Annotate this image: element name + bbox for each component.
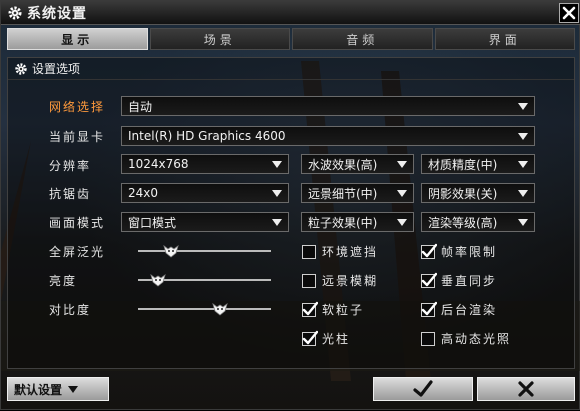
distance-blur-label: 远景模糊 <box>322 274 379 288</box>
display-mode-value: 窗口模式 <box>128 215 177 230</box>
panel-header: 设置选项 <box>8 58 574 80</box>
antialias-value: 24x0 <box>128 186 159 200</box>
checkmark-icon <box>413 380 433 397</box>
close-button[interactable] <box>559 3 579 23</box>
chevron-down-icon <box>397 189 407 197</box>
close-icon <box>562 6 576 20</box>
chevron-down-icon <box>518 132 528 140</box>
slider-track <box>138 250 271 252</box>
light-shafts-label: 光柱 <box>322 332 351 346</box>
checkbox-box[interactable] <box>302 301 318 317</box>
wolf-head-icon[interactable] <box>163 243 179 259</box>
texture-quality-value: 材质精度(中) <box>428 157 498 172</box>
soft-particles-label: 软粒子 <box>322 303 365 317</box>
brightness-label: 亮度 <box>49 274 78 288</box>
chevron-down-icon <box>518 189 528 197</box>
network-dropdown[interactable]: 自动 <box>121 96 535 116</box>
distance-detail-dropdown[interactable]: 远景细节(中) <box>301 183 414 203</box>
distance-detail-value: 远景细节(中) <box>308 186 378 201</box>
restore-defaults-label: 默认设置 <box>14 382 63 397</box>
checkmark-icon <box>302 301 318 315</box>
cancel-button[interactable] <box>477 377 575 401</box>
confirm-button[interactable] <box>373 377 473 401</box>
checkbox-box[interactable] <box>302 273 316 288</box>
resolution-value: 1024x768 <box>128 157 189 171</box>
soft-particles-checkbox[interactable]: 软粒子 <box>302 301 364 318</box>
particles-value: 粒子效果(中) <box>308 215 378 230</box>
chevron-down-icon <box>397 160 407 168</box>
light-shafts-checkbox[interactable]: 光柱 <box>302 330 350 347</box>
window-title: 系统设置 <box>27 5 87 22</box>
title-bar: 系统设置 <box>1 1 580 25</box>
contrast-label: 对比度 <box>49 303 92 317</box>
checkmark-icon <box>421 243 437 257</box>
chevron-down-icon <box>518 218 528 226</box>
chevron-down-icon <box>397 218 407 226</box>
shadow-value: 阴影效果(关) <box>428 186 498 201</box>
checkmark-icon <box>302 330 318 344</box>
display-mode-dropdown[interactable]: 窗口模式 <box>121 212 289 232</box>
chevron-down-icon <box>272 189 282 197</box>
gear-icon <box>8 6 22 19</box>
render-level-dropdown[interactable]: 渲染等级(高) <box>421 212 535 232</box>
gpu-value: Intel(R) HD Graphics 4600 <box>128 129 286 143</box>
tab-interface[interactable]: 界面 <box>434 28 575 50</box>
settings-window: 系统设置 显示 场景 音频 界面 设置选项 网络选择 当前显卡 分辨率 抗锯齿 … <box>0 0 580 410</box>
brightness-slider[interactable] <box>138 272 271 288</box>
texture-quality-dropdown[interactable]: 材质精度(中) <box>421 154 535 174</box>
frame-limit-checkbox[interactable]: 帧率限制 <box>421 243 497 260</box>
background-render-checkbox[interactable]: 后台渲染 <box>421 301 497 318</box>
hdr-checkbox[interactable]: 高动态光照 <box>421 330 511 347</box>
checkbox-box[interactable] <box>421 272 437 288</box>
checkbox-box[interactable] <box>302 244 316 259</box>
chevron-down-icon <box>518 160 528 168</box>
vsync-checkbox[interactable]: 垂直同步 <box>421 272 497 289</box>
tab-audio[interactable]: 音频 <box>292 28 433 50</box>
water-quality-dropdown[interactable]: 水波效果(高) <box>301 154 414 174</box>
panel-title: 设置选项 <box>32 62 81 76</box>
vsync-label: 垂直同步 <box>441 274 498 288</box>
render-level-value: 渲染等级(高) <box>428 215 498 230</box>
network-label: 网络选择 <box>49 100 106 114</box>
gpu-label: 当前显卡 <box>49 130 106 144</box>
cross-icon <box>518 381 534 397</box>
resolution-label: 分辨率 <box>49 159 92 173</box>
shadow-dropdown[interactable]: 阴影效果(关) <box>421 183 535 203</box>
display-mode-label: 画面模式 <box>49 216 106 230</box>
chevron-down-icon <box>272 218 282 226</box>
wolf-head-icon[interactable] <box>150 272 166 288</box>
tab-bar: 显示 场景 音频 界面 <box>7 28 575 50</box>
frame-limit-label: 帧率限制 <box>441 245 498 259</box>
antialias-label: 抗锯齿 <box>49 187 92 201</box>
ambient-occlusion-label: 环境遮挡 <box>322 245 379 259</box>
distance-blur-checkbox[interactable]: 远景模糊 <box>302 272 378 289</box>
chevron-down-icon <box>518 102 528 110</box>
tab-scene[interactable]: 场景 <box>149 28 290 50</box>
bloom-label: 全屏泛光 <box>49 245 106 259</box>
antialias-dropdown[interactable]: 24x0 <box>121 183 289 203</box>
tab-display[interactable]: 显示 <box>7 28 148 50</box>
wolf-head-icon[interactable] <box>212 301 229 317</box>
water-quality-value: 水波效果(高) <box>308 157 378 172</box>
checkbox-box[interactable] <box>421 301 437 317</box>
bloom-slider[interactable] <box>138 243 271 259</box>
ambient-occlusion-checkbox[interactable]: 环境遮挡 <box>302 243 378 260</box>
checkbox-box[interactable] <box>421 331 435 346</box>
checkbox-box[interactable] <box>302 330 318 346</box>
slider-track <box>138 308 271 310</box>
chevron-down-icon <box>272 160 282 168</box>
gpu-dropdown[interactable]: Intel(R) HD Graphics 4600 <box>121 126 535 146</box>
chevron-down-icon <box>68 385 79 393</box>
contrast-slider[interactable] <box>138 301 271 317</box>
hdr-label: 高动态光照 <box>441 332 512 346</box>
network-value: 自动 <box>128 99 153 114</box>
checkbox-box[interactable] <box>421 243 437 259</box>
resolution-dropdown[interactable]: 1024x768 <box>121 154 289 174</box>
background-render-label: 后台渲染 <box>441 303 498 317</box>
gear-icon <box>15 62 27 75</box>
restore-defaults-button[interactable]: 默认设置 <box>7 377 109 401</box>
checkmark-icon <box>421 301 437 315</box>
checkmark-icon <box>421 272 437 286</box>
particles-dropdown[interactable]: 粒子效果(中) <box>301 212 414 232</box>
